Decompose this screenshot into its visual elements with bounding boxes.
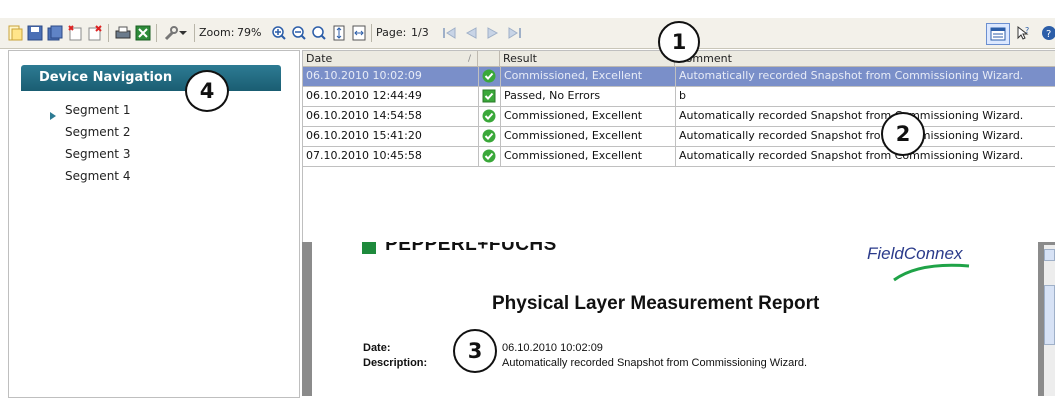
check-circle-icon xyxy=(482,69,496,86)
zoom-reset-icon[interactable] xyxy=(310,24,328,42)
last-page-icon[interactable] xyxy=(506,24,524,42)
column-header-result-label: Result xyxy=(503,52,537,65)
help-icon[interactable]: ? xyxy=(1040,24,1055,42)
row-date: 06.10.2010 10:02:09 xyxy=(306,69,422,82)
nav-item-segment-2[interactable]: Segment 2 xyxy=(65,125,130,139)
row-comment: Automatically recorded Snapshot from Com… xyxy=(679,149,1024,162)
logo-square-icon xyxy=(362,242,376,254)
report-title: Physical Layer Measurement Report xyxy=(492,293,820,314)
table-row[interactable]: 06.10.2010 12:44:49 Passed, No Errors b xyxy=(303,87,1055,107)
row-comment: Automatically recorded Snapshot from Com… xyxy=(679,109,1024,122)
row-date: 06.10.2010 14:54:58 xyxy=(306,109,422,122)
column-header-status[interactable] xyxy=(478,51,500,67)
snapshot-grid: Date / Result Comment 06.10.2010 10:02:0… xyxy=(302,50,1055,244)
brand-right: FieldConnex xyxy=(867,244,963,263)
check-square-icon xyxy=(482,89,496,106)
report-scrollbar[interactable] xyxy=(1044,245,1055,396)
description-label: Description: xyxy=(363,357,428,369)
prev-page-icon[interactable] xyxy=(462,24,480,42)
table-row[interactable]: 06.10.2010 15:41:20 Commissioned, Excell… xyxy=(303,127,1055,147)
row-date: 06.10.2010 12:44:49 xyxy=(306,89,422,102)
column-header-date[interactable]: Date / xyxy=(303,51,478,67)
toolbar: Zoom: 79% Page: 1/3 ? ? xyxy=(0,18,1055,49)
column-header-result[interactable]: Result xyxy=(500,51,675,67)
row-date: 06.10.2010 15:41:20 xyxy=(306,129,422,142)
callout-1: 1 xyxy=(658,21,700,63)
layout-icon[interactable] xyxy=(986,23,1010,45)
row-result: Passed, No Errors xyxy=(504,89,601,102)
new-doc-icon[interactable] xyxy=(66,24,84,42)
brand-left: PEPPERL+FUCHS xyxy=(385,242,557,255)
description-value: Automatically recorded Snapshot from Com… xyxy=(502,357,808,369)
nav-header: Device Navigation xyxy=(21,65,281,91)
delete-doc-icon[interactable] xyxy=(86,24,104,42)
save-icon[interactable] xyxy=(26,24,44,42)
fit-width-icon[interactable] xyxy=(350,24,368,42)
callout-2: 2 xyxy=(881,112,925,156)
report-preview: PEPPERL+FUCHS FieldConnex Physical Layer… xyxy=(302,242,1055,396)
page-label: Page: xyxy=(376,26,407,39)
print-icon[interactable] xyxy=(114,24,132,42)
row-result: Commissioned, Excellent xyxy=(504,149,643,162)
scroll-thumb[interactable] xyxy=(1044,285,1055,345)
zoom-label: Zoom: xyxy=(199,26,235,39)
nav-item-segment-1[interactable]: Segment 1 xyxy=(65,103,130,117)
column-header-comment[interactable]: Comment xyxy=(675,51,1055,67)
pointer-help-icon[interactable]: ? xyxy=(1014,24,1032,42)
next-page-icon[interactable] xyxy=(484,24,502,42)
first-page-icon[interactable] xyxy=(440,24,458,42)
device-navigation-panel: Device Navigation Segment 1 Segment 2 Se… xyxy=(8,50,300,398)
report-page: PEPPERL+FUCHS FieldConnex Physical Layer… xyxy=(312,242,1038,396)
pepperl-fuchs-logo: PEPPERL+FUCHS xyxy=(362,242,557,256)
scroll-up-icon[interactable] xyxy=(1044,249,1055,261)
row-date: 07.10.2010 10:45:58 xyxy=(306,149,422,162)
check-circle-icon xyxy=(482,109,496,126)
zoom-in-icon[interactable] xyxy=(270,24,288,42)
callout-3: 3 xyxy=(453,329,497,373)
check-circle-icon xyxy=(482,129,496,146)
row-comment: b xyxy=(679,89,686,102)
row-result: Commissioned, Excellent xyxy=(504,69,643,82)
fit-page-icon[interactable] xyxy=(330,24,348,42)
column-header-date-label: Date xyxy=(306,52,333,65)
date-label: Date: xyxy=(363,342,391,354)
expand-arrow-icon[interactable] xyxy=(49,106,57,125)
sort-icon: / xyxy=(467,54,471,64)
table-row[interactable]: 07.10.2010 10:45:58 Commissioned, Excell… xyxy=(303,147,1055,167)
row-comment: Automatically recorded Snapshot from Com… xyxy=(679,129,1024,142)
svg-text:?: ? xyxy=(1046,29,1051,40)
nav-item-segment-3[interactable]: Segment 3 xyxy=(65,147,130,161)
table-row[interactable]: 06.10.2010 14:54:58 Commissioned, Excell… xyxy=(303,107,1055,127)
row-result: Commissioned, Excellent xyxy=(504,109,643,122)
dropdown-arrow-icon[interactable] xyxy=(178,24,188,42)
nav-item-segment-4[interactable]: Segment 4 xyxy=(65,169,130,183)
row-result: Commissioned, Excellent xyxy=(504,129,643,142)
save-as-icon[interactable] xyxy=(46,24,64,42)
new-icon[interactable] xyxy=(6,24,24,42)
row-comment: Automatically recorded Snapshot from Com… xyxy=(679,69,1024,82)
excel-export-icon[interactable] xyxy=(134,24,152,42)
callout-4: 4 xyxy=(185,70,229,112)
swoosh-icon xyxy=(893,263,970,282)
fieldconnex-logo: FieldConnex xyxy=(867,244,1007,286)
zoom-out-icon[interactable] xyxy=(290,24,308,42)
zoom-value[interactable]: 79% xyxy=(237,26,261,39)
table-row[interactable]: 06.10.2010 10:02:09 Commissioned, Excell… xyxy=(303,67,1055,87)
check-circle-icon xyxy=(482,149,496,166)
svg-text:?: ? xyxy=(1025,26,1029,35)
page-value: 1/3 xyxy=(411,26,429,39)
date-value: 06.10.2010 10:02:09 xyxy=(502,342,603,354)
nav-title: Device Navigation xyxy=(39,70,173,85)
